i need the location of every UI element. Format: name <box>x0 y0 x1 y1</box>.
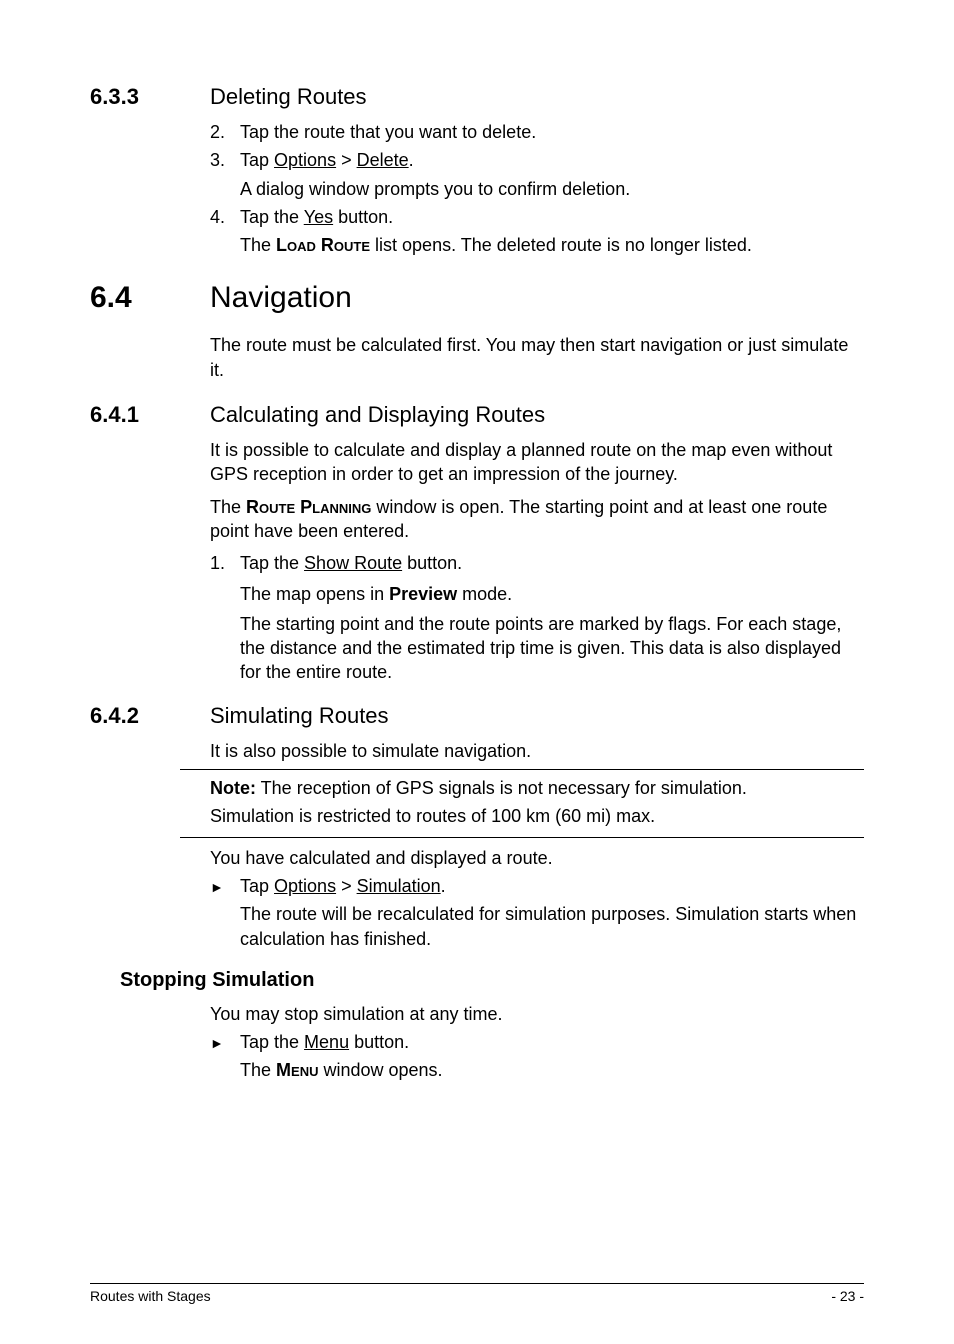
step-2: 2. Tap the route that you want to delete… <box>210 120 864 144</box>
menu-label: Menu <box>276 1060 318 1080</box>
paragraph: You have calculated and displayed a rout… <box>210 846 864 870</box>
paragraph: It is also possible to simulate navigati… <box>210 739 864 763</box>
step-text: Tap Options > Delete. A dialog window pr… <box>240 148 864 201</box>
heading-64: 6.4 Navigation <box>90 281 864 315</box>
section-title: Calculating and Displaying Routes <box>210 402 545 428</box>
heading-641: 6.4.1 Calculating and Displaying Routes <box>90 402 864 428</box>
show-route-link: Show Route <box>304 553 402 573</box>
bullet-icon: ► <box>210 1030 240 1083</box>
options-link: Options <box>274 876 336 896</box>
note-line-1: Note: The reception of GPS signals is no… <box>210 776 864 800</box>
section-title: Simulating Routes <box>210 703 389 729</box>
bullet-item: ► Tap the Menu button. The Menu window o… <box>210 1030 864 1083</box>
paragraph: The Route Planning window is open. The s… <box>210 495 864 544</box>
step-sub: The Load Route list opens. The deleted r… <box>240 233 864 257</box>
section-number: 6.4 <box>90 281 210 315</box>
bullet-sub: The route will be recalculated for simul… <box>240 902 864 951</box>
simulation-link: Simulation <box>357 876 441 896</box>
bullet-item: ► Tap Options > Simulation. The route wi… <box>210 874 864 951</box>
step-text: Tap the route that you want to delete. <box>240 120 864 144</box>
page: 6.3.3 Deleting Routes 2. Tap the route t… <box>0 0 954 1344</box>
heading-stopping: Stopping Simulation <box>120 969 864 992</box>
section-title: Navigation <box>210 281 352 315</box>
footer-right: - 23 - <box>831 1288 864 1304</box>
paragraph: You may stop simulation at any time. <box>210 1002 864 1026</box>
section-number: 6.3.3 <box>90 84 210 110</box>
section-642-body: It is also possible to simulate navigati… <box>210 739 864 763</box>
section-title: Deleting Routes <box>210 84 367 110</box>
menu-link: Menu <box>304 1032 349 1052</box>
step-number: 3. <box>210 148 240 201</box>
heading-642: 6.4.2 Simulating Routes <box>90 703 864 729</box>
note-line-2: Simulation is restricted to routes of 10… <box>210 804 864 828</box>
step-number: 1. <box>210 551 240 684</box>
paragraph: It is possible to calculate and display … <box>210 438 864 487</box>
step-1: 1. Tap the Show Route button. The map op… <box>210 551 864 684</box>
bullet-text: Tap the Menu button. The Menu window ope… <box>240 1030 864 1083</box>
section-641-body: It is possible to calculate and display … <box>210 438 864 685</box>
route-planning-label: Route Planning <box>246 497 371 517</box>
note-box: Note: The reception of GPS signals is no… <box>180 769 864 838</box>
bullet-sub: The Menu window opens. <box>240 1058 864 1082</box>
note-label: Note: <box>210 778 256 798</box>
step-text: Tap the Show Route button. The map opens… <box>240 551 864 684</box>
stopping-body: You may stop simulation at any time. ► T… <box>210 1002 864 1083</box>
preview-label: Preview <box>389 584 457 604</box>
step-3: 3. Tap Options > Delete. A dialog window… <box>210 148 864 201</box>
step-number: 2. <box>210 120 240 144</box>
section-64-intro: The route must be calculated first. You … <box>210 333 864 382</box>
step-text: Tap the Yes button. The Load Route list … <box>240 205 864 258</box>
step-sub: The map opens in Preview mode. <box>240 582 864 606</box>
step-4: 4. Tap the Yes button. The Load Route li… <box>210 205 864 258</box>
page-footer: Routes with Stages - 23 - <box>90 1283 864 1304</box>
heading-633: 6.3.3 Deleting Routes <box>90 84 864 110</box>
bullet-icon: ► <box>210 874 240 951</box>
step-sub: A dialog window prompts you to confirm d… <box>240 177 864 201</box>
step-sub: The starting point and the route points … <box>240 612 864 685</box>
footer-left: Routes with Stages <box>90 1288 211 1304</box>
delete-link: Delete <box>357 150 409 170</box>
section-number: 6.4.2 <box>90 703 210 729</box>
bullet-text: Tap Options > Simulation. The route will… <box>240 874 864 951</box>
options-link: Options <box>274 150 336 170</box>
step-number: 4. <box>210 205 240 258</box>
yes-link: Yes <box>304 207 333 227</box>
section-633-body: 2. Tap the route that you want to delete… <box>210 120 864 257</box>
load-route-label: Load Route <box>276 235 370 255</box>
section-number: 6.4.1 <box>90 402 210 428</box>
section-642-after-note: You have calculated and displayed a rout… <box>210 846 864 951</box>
